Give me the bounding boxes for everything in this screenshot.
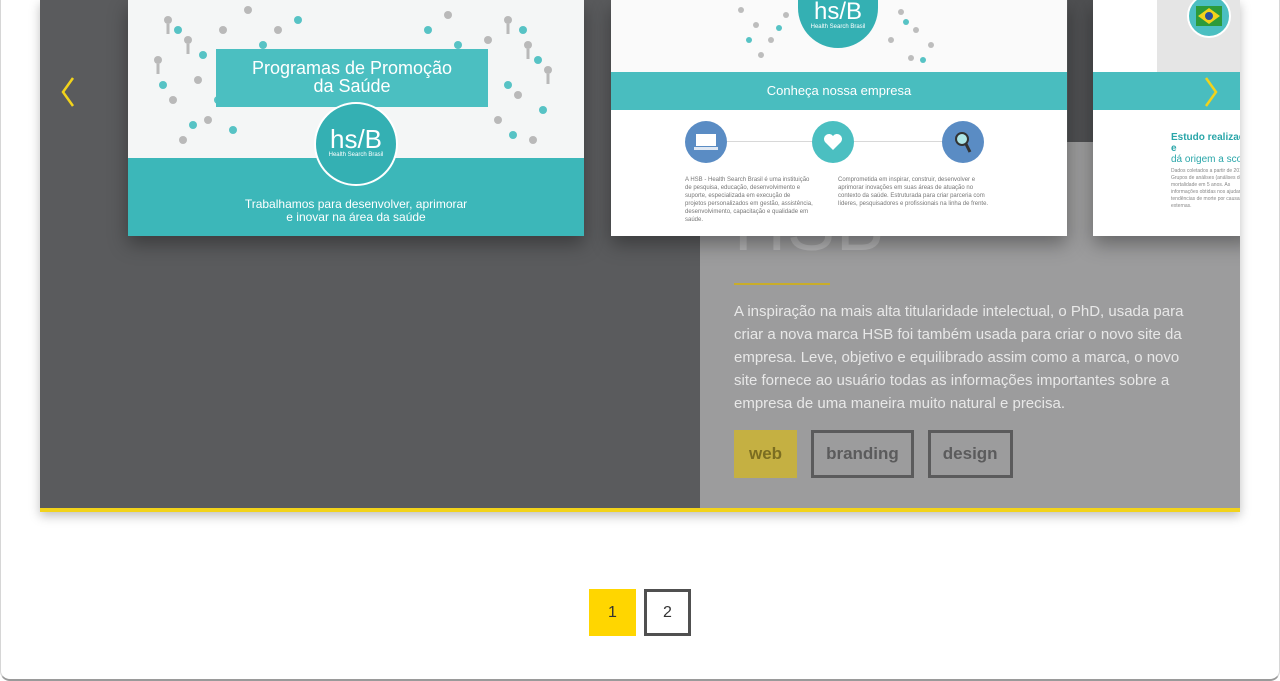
slide1-footer-line2: e inovar na área da saúde: [286, 210, 426, 224]
slide1-banner: Programas de Promoção da Saúde: [216, 49, 488, 107]
tag-design[interactable]: design: [927, 430, 1013, 478]
slide2-body-right: Comprometida em inspirar, construir, des…: [838, 177, 989, 207]
tag-branding[interactable]: branding: [811, 430, 914, 478]
slide3-body: Dados coletados a partir de 2010. Grupos…: [1171, 168, 1240, 209]
slide3-heading-line1: Estudo realizado e: [1171, 132, 1240, 154]
chevron-left-icon: [61, 77, 75, 107]
carousel-prev-button[interactable]: [48, 72, 88, 112]
hsb-logo: hs/B Health Search Brasil: [314, 102, 398, 186]
heart-icon: [812, 121, 854, 163]
slide-study-results[interactable]: Estudo realizado e dá origem a score Dad…: [1093, 0, 1240, 236]
logo-wordmark: hs/B: [329, 124, 383, 154]
project-description: A inspiração na mais alta titularidade i…: [734, 303, 1184, 412]
page-button-1[interactable]: 1: [589, 589, 636, 636]
pagination: 1 2: [589, 589, 691, 636]
computer-icon: [685, 121, 727, 163]
project-tags: web branding design: [734, 430, 1013, 478]
logo-tagline: Health Search Brasil: [810, 24, 866, 30]
title-divider: [734, 283, 830, 285]
slide2-body-left: A HSB - Health Search Brasil é uma insti…: [685, 177, 813, 223]
slide-health-programs[interactable]: Programas de Promoção da Saúde Trabalham…: [128, 0, 584, 236]
page-button-2[interactable]: 2: [644, 589, 691, 636]
slide1-banner-line2: da Saúde: [313, 76, 391, 96]
portfolio-showcase: HSB A inspiração na mais alta titularida…: [40, 0, 1240, 512]
logo-tagline: Health Search Brasil: [328, 152, 384, 158]
slide1-banner-line1: Programas de Promoção: [251, 58, 453, 78]
carousel-next-button[interactable]: [1191, 72, 1231, 112]
chevron-right-icon: [1204, 77, 1218, 107]
slide2-banner: Conheça nossa empresa: [611, 72, 1067, 110]
magnifier-icon: [942, 121, 984, 163]
slide3-heading-line2: dá origem a score: [1171, 154, 1240, 165]
slide3-heading: Estudo realizado e dá origem a score: [1171, 132, 1240, 165]
tag-web[interactable]: web: [734, 430, 798, 478]
logo-wordmark: hs/B: [813, 0, 863, 25]
slide-company-intro[interactable]: hs/B Health Search Brasil Conheça nossa …: [611, 0, 1067, 236]
